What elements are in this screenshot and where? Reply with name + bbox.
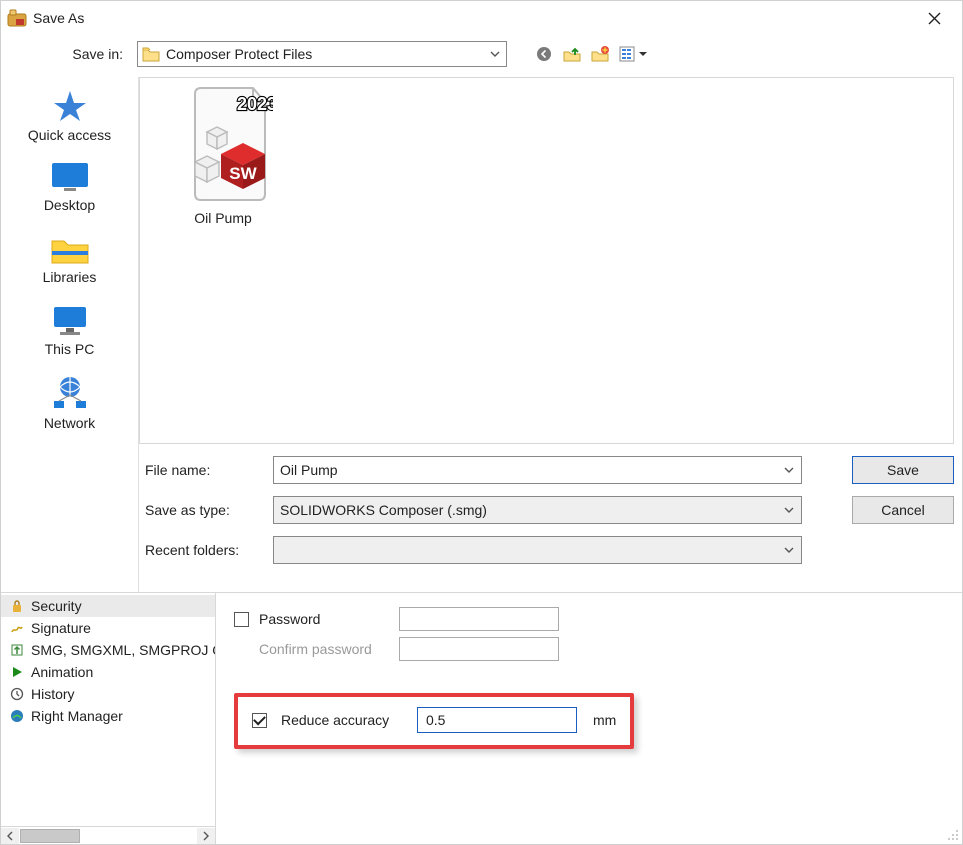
option-tab-label: Right Manager — [31, 708, 123, 724]
window-title: Save As — [33, 10, 84, 26]
year-badge: 2023 — [237, 94, 273, 114]
place-network[interactable]: Network — [1, 375, 138, 431]
recent-folders-label: Recent folders: — [139, 542, 273, 558]
dialog-buttons: Save — [842, 456, 954, 484]
place-label: Network — [44, 415, 95, 431]
lock-icon — [9, 598, 25, 614]
dialog-body: Quick access Desktop Libraries This PC N… — [1, 77, 962, 592]
desktop-icon — [48, 161, 92, 193]
save-fields: File name: Oil Pump Save Save as type: S… — [139, 452, 962, 592]
option-tab-label: Animation — [31, 664, 93, 680]
password-label: Password — [259, 611, 389, 627]
place-this-pc[interactable]: This PC — [1, 303, 138, 357]
file-item-label: Oil Pump — [194, 210, 252, 226]
new-folder-button[interactable] — [589, 43, 611, 65]
security-options-panel: Password Confirm password Reduce accurac… — [216, 593, 962, 844]
dialog-buttons: Cancel — [842, 496, 954, 524]
option-tab-smg[interactable]: SMG, SMGXML, SMGPROJ Options — [1, 639, 215, 661]
this-pc-icon — [48, 303, 92, 337]
app-icon — [7, 8, 27, 28]
signature-icon — [9, 620, 25, 636]
recent-folders-combo[interactable] — [273, 536, 802, 564]
place-libraries[interactable]: Libraries — [1, 231, 138, 285]
save-as-dialog: Save As Save in: Composer Protect Files — [0, 0, 963, 845]
resize-grip[interactable] — [946, 828, 960, 842]
scroll-left-button[interactable] — [1, 828, 19, 844]
svg-text:SW: SW — [229, 164, 257, 183]
back-button[interactable] — [533, 43, 555, 65]
place-label: Desktop — [44, 197, 95, 213]
reduce-accuracy-input[interactable]: 0.5 — [417, 707, 577, 733]
file-name-value: Oil Pump — [280, 462, 338, 478]
save-type-value: SOLIDWORKS Composer (.smg) — [280, 502, 487, 518]
scroll-thumb[interactable] — [20, 829, 80, 843]
option-tab-history[interactable]: History — [1, 683, 215, 705]
save-button[interactable]: Save — [852, 456, 954, 484]
options-area: Security Signature SMG, SMGXML, SMGPROJ … — [1, 592, 962, 844]
option-tab-signature[interactable]: Signature — [1, 617, 215, 639]
history-icon — [9, 686, 25, 702]
place-label: This PC — [45, 341, 95, 357]
scroll-right-button[interactable] — [197, 828, 215, 844]
save-toolbar — [533, 43, 651, 65]
password-checkbox[interactable] — [234, 612, 249, 627]
place-quick-access[interactable]: Quick access — [1, 89, 138, 143]
save-in-folder-name: Composer Protect Files — [166, 46, 486, 62]
option-tab-animation[interactable]: Animation — [1, 661, 215, 683]
right-column: 2023 SW — [139, 77, 962, 592]
place-desktop[interactable]: Desktop — [1, 161, 138, 213]
cancel-button[interactable]: Cancel — [852, 496, 954, 524]
confirm-password-input — [399, 637, 559, 661]
file-name-combo[interactable]: Oil Pump — [273, 456, 802, 484]
libraries-icon — [48, 231, 92, 265]
option-tab-label: Signature — [31, 620, 91, 636]
network-icon — [48, 375, 92, 411]
save-in-row: Save in: Composer Protect Files — [1, 35, 962, 77]
save-in-label: Save in: — [9, 46, 129, 62]
option-tab-right-manager[interactable]: Right Manager — [1, 705, 215, 727]
chevron-down-icon — [783, 504, 795, 516]
place-label: Libraries — [43, 269, 97, 285]
file-list-pane[interactable]: 2023 SW — [139, 77, 954, 444]
options-horizontal-scrollbar[interactable] — [1, 826, 215, 844]
option-tab-label: SMG, SMGXML, SMGPROJ Options — [31, 642, 215, 658]
play-icon — [9, 664, 25, 680]
save-type-combo[interactable]: SOLIDWORKS Composer (.smg) — [273, 496, 802, 524]
recent-folders-row: Recent folders: — [139, 536, 954, 564]
reduce-accuracy-unit: mm — [593, 712, 616, 728]
reduce-accuracy-value: 0.5 — [426, 712, 445, 728]
rights-icon — [9, 708, 25, 724]
confirm-password-row: Confirm password — [234, 637, 944, 661]
view-menu-button[interactable] — [617, 43, 651, 65]
reduce-accuracy-label: Reduce accuracy — [281, 712, 403, 728]
option-tab-label: History — [31, 686, 75, 702]
chevron-down-icon — [783, 464, 795, 476]
close-button[interactable] — [912, 2, 956, 34]
save-type-label: Save as type: — [139, 502, 273, 518]
option-tab-security[interactable]: Security — [1, 595, 215, 617]
chevron-down-icon — [783, 544, 795, 556]
titlebar: Save As — [1, 1, 962, 35]
file-name-label: File name: — [139, 462, 273, 478]
quick-access-icon — [50, 89, 90, 123]
options-category-list: Security Signature SMG, SMGXML, SMGPROJ … — [1, 593, 216, 844]
places-bar: Quick access Desktop Libraries This PC N… — [1, 77, 139, 592]
folder-icon — [142, 45, 160, 63]
password-input[interactable] — [399, 607, 559, 631]
chevron-down-icon — [486, 48, 504, 60]
smg-icon — [9, 642, 25, 658]
up-one-level-button[interactable] — [561, 43, 583, 65]
option-tab-label: Security — [31, 598, 82, 614]
file-item-oil-pump[interactable]: 2023 SW — [158, 84, 288, 226]
confirm-password-label: Confirm password — [259, 641, 389, 657]
file-name-row: File name: Oil Pump Save — [139, 456, 954, 484]
password-row: Password — [234, 607, 944, 631]
close-icon — [928, 12, 941, 25]
reduce-accuracy-highlight: Reduce accuracy 0.5 mm — [234, 693, 634, 749]
file-thumbnail: 2023 SW — [173, 84, 273, 204]
save-type-row: Save as type: SOLIDWORKS Composer (.smg)… — [139, 496, 954, 524]
save-in-combo[interactable]: Composer Protect Files — [137, 41, 507, 67]
reduce-accuracy-checkbox[interactable] — [252, 713, 267, 728]
place-label: Quick access — [28, 127, 111, 143]
